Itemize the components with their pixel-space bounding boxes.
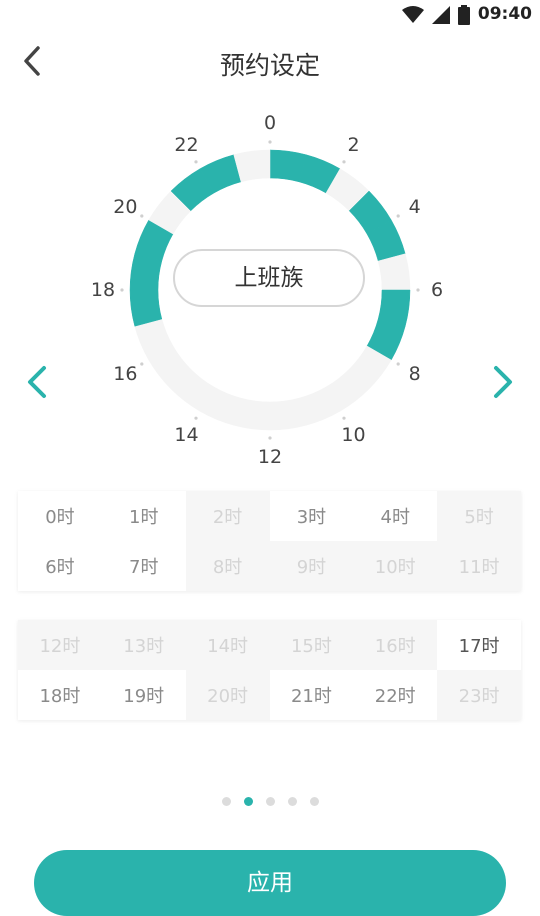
- hour-cell[interactable]: 22时: [353, 670, 438, 720]
- chevron-right-icon: [494, 366, 512, 398]
- dial-hour-label: 10: [341, 423, 366, 446]
- dial-hour-label: 8: [408, 362, 421, 385]
- hour-cell[interactable]: 6时: [18, 541, 102, 591]
- apply-button[interactable]: 应用: [34, 850, 506, 916]
- dial-tick: [396, 214, 400, 218]
- battery-icon: [458, 5, 470, 25]
- mode-pill[interactable]: 上班族: [173, 249, 365, 307]
- next-mode-button[interactable]: [488, 362, 518, 402]
- hour-grid-am: 0时 1时 2时 3时 4时 5时 6时 7时 8时 9时 10时 11时: [18, 491, 521, 591]
- hour-cell[interactable]: 9时: [269, 541, 354, 591]
- hour-cell[interactable]: 23时: [437, 670, 521, 720]
- dial-hour-label: 14: [174, 423, 199, 446]
- dial-hour-label: 22: [174, 134, 199, 157]
- dial-tick: [140, 362, 144, 366]
- page-dot[interactable]: [309, 797, 319, 806]
- hour-cell[interactable]: 19时: [101, 670, 186, 720]
- header: 预约设定: [0, 30, 540, 94]
- hour-cell[interactable]: 7时: [101, 541, 186, 591]
- dial-tick: [342, 160, 346, 164]
- hour-cell[interactable]: 10时: [353, 541, 438, 591]
- chevron-left-icon: [28, 366, 46, 398]
- page-dot[interactable]: [287, 797, 297, 806]
- hour-cell[interactable]: 14时: [185, 620, 270, 670]
- hour-cell[interactable]: 16时: [353, 620, 438, 670]
- hour-cell[interactable]: 21时: [269, 670, 354, 720]
- dial-tick: [416, 288, 420, 292]
- dial-hour-label: 18: [90, 279, 116, 301]
- hour-cell[interactable]: 17时: [437, 620, 521, 670]
- hour-cell[interactable]: 0时: [18, 491, 102, 541]
- dial-hour-label: 12: [257, 446, 283, 468]
- dial-hour-label: 2: [347, 134, 360, 157]
- dial-tick: [120, 288, 124, 292]
- dial-tick: [268, 436, 272, 440]
- page-dot[interactable]: [243, 797, 253, 806]
- hour-cell[interactable]: 20时: [185, 670, 270, 720]
- dial-hour-label: 20: [113, 195, 138, 218]
- dial-hour-label: 0: [263, 112, 277, 134]
- dial-tick: [194, 416, 198, 420]
- dial-tick: [342, 416, 346, 420]
- page-title: 预约设定: [219, 51, 320, 80]
- hour-cell[interactable]: 4时: [353, 491, 438, 541]
- page-dot[interactable]: [221, 797, 231, 806]
- dial-tick: [268, 140, 272, 144]
- dial-hour-label: 6: [430, 279, 444, 301]
- status-icons: [402, 5, 470, 25]
- dial-tick: [194, 160, 198, 164]
- hour-cell[interactable]: 13时: [101, 620, 186, 670]
- status-bar: 09:40: [0, 0, 540, 30]
- hour-cell[interactable]: 11时: [437, 541, 521, 591]
- hour-cell[interactable]: 15时: [269, 620, 354, 670]
- prev-mode-button[interactable]: [22, 362, 52, 402]
- dial-tick: [140, 214, 144, 218]
- dial-hour-label: 16: [113, 362, 138, 385]
- hour-cell[interactable]: 12时: [18, 620, 102, 670]
- hour-cell[interactable]: 2时: [185, 491, 270, 541]
- page-dot[interactable]: [265, 797, 275, 806]
- dial-tick: [396, 362, 400, 366]
- hour-cell[interactable]: 5时: [437, 491, 521, 541]
- wifi-icon: [402, 6, 424, 23]
- page-indicator: [0, 797, 540, 806]
- status-time: 09:40: [477, 4, 532, 24]
- hour-cell[interactable]: 18时: [18, 670, 102, 720]
- hour-cell[interactable]: 3时: [269, 491, 354, 541]
- hour-grid-pm: 12时 13时 14时 15时 16时 17时 18时 19时 20时 21时 22时 23时: [18, 620, 521, 720]
- signal-icon: [432, 6, 450, 24]
- dial-hour-label: 4: [408, 195, 421, 218]
- hour-cell[interactable]: 8时: [185, 541, 270, 591]
- hour-cell[interactable]: 1时: [101, 491, 186, 541]
